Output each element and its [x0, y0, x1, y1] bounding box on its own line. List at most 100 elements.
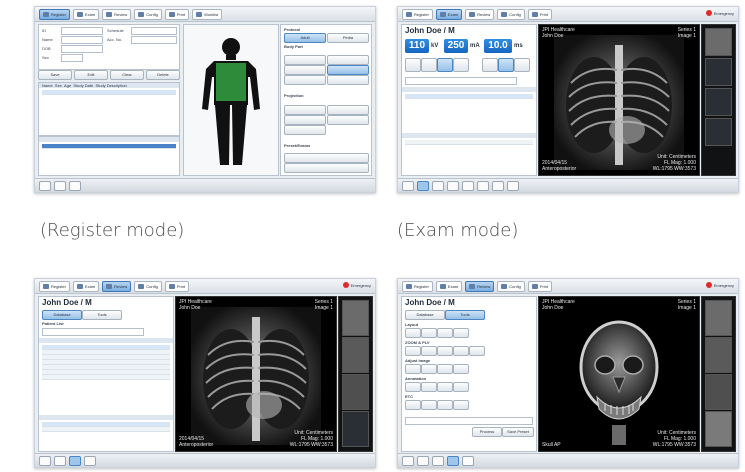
adjust-button[interactable]: [421, 364, 437, 374]
thumbnail[interactable]: [705, 28, 732, 56]
adjust-button[interactable]: [437, 364, 453, 374]
toolbar-print-button[interactable]: Print: [527, 8, 553, 20]
thumbnail[interactable]: [342, 337, 369, 373]
emergency-button[interactable]: Emergency: [705, 282, 734, 288]
image-viewer[interactable]: JPI Healthcare John Doe Series 1 Image 1…: [538, 296, 700, 452]
toolbar-print-button[interactable]: Print: [527, 280, 553, 292]
list-item[interactable]: [405, 140, 533, 145]
etc-button[interactable]: [437, 400, 453, 410]
emergency-button[interactable]: Emergency: [705, 10, 734, 16]
annotation-button[interactable]: [437, 382, 453, 392]
acc-field[interactable]: [131, 36, 177, 44]
toolbar-register-button[interactable]: Register: [39, 8, 70, 20]
preset-option[interactable]: [284, 163, 369, 173]
etc-button[interactable]: [421, 400, 437, 410]
save-button[interactable]: Save: [38, 70, 72, 80]
toolbar-review-button[interactable]: Review: [102, 280, 132, 292]
annotation-button[interactable]: [453, 382, 469, 392]
thumbnail[interactable]: [342, 300, 369, 336]
toolbar-worklist-button[interactable]: Worklist: [192, 8, 223, 20]
zoom-button[interactable]: [421, 346, 437, 356]
layout-button[interactable]: [453, 328, 469, 338]
kv-value[interactable]: 110: [405, 39, 429, 53]
toolbar-review-button[interactable]: Review: [102, 8, 132, 20]
pedia-tab[interactable]: Pedia: [327, 33, 369, 43]
thumbnail[interactable]: [705, 300, 732, 336]
projection-option[interactable]: [284, 125, 326, 135]
thumbnail[interactable]: [705, 88, 732, 116]
toolbar-register-button[interactable]: Register: [402, 280, 433, 292]
exam-selector[interactable]: [405, 77, 517, 85]
projection-option[interactable]: [327, 115, 369, 125]
toolbar-exam-button[interactable]: Exam: [435, 8, 463, 20]
tool-icon[interactable]: [432, 180, 444, 191]
thumbnail[interactable]: [342, 411, 369, 447]
name-field[interactable]: [61, 36, 103, 44]
database-tab[interactable]: Database: [42, 310, 82, 320]
table-row[interactable]: [42, 427, 170, 432]
body-size-button[interactable]: [421, 58, 437, 72]
zoom-button[interactable]: [437, 346, 453, 356]
thumbnail[interactable]: [705, 374, 732, 410]
thumbnail[interactable]: [342, 374, 369, 410]
tool-icon[interactable]: [69, 455, 81, 466]
projection-option[interactable]: [284, 105, 326, 115]
toolbar-print-button[interactable]: Print: [164, 8, 190, 20]
human-body-figure[interactable]: [184, 25, 278, 175]
tool-icon[interactable]: [417, 455, 429, 466]
body-size-button[interactable]: [437, 58, 453, 72]
etc-button[interactable]: [405, 400, 421, 410]
toolbar-config-button[interactable]: Config: [134, 280, 162, 292]
tool-icon[interactable]: [477, 180, 489, 191]
search-field[interactable]: [42, 328, 144, 336]
toolbar-exam-button[interactable]: Exam: [72, 280, 100, 292]
body-part-option[interactable]: [327, 55, 369, 65]
tool-icon[interactable]: [447, 180, 459, 191]
toolbar-review-button[interactable]: Review: [465, 8, 495, 20]
tool-icon[interactable]: [492, 180, 504, 191]
list-item[interactable]: [42, 90, 176, 95]
etc-button[interactable]: [453, 400, 469, 410]
image-viewer[interactable]: JPI Healthcare John Doe Series 1 Image 1…: [175, 296, 337, 452]
body-part-selector[interactable]: [183, 24, 279, 176]
image-viewer[interactable]: JPI Healthcare John Doe Series 1 Image 1…: [538, 24, 700, 176]
preset-option[interactable]: [284, 153, 369, 163]
tool-icon[interactable]: [447, 455, 459, 466]
layout-button[interactable]: [437, 328, 453, 338]
body-part-option[interactable]: [284, 65, 326, 75]
sex-field[interactable]: [61, 54, 83, 62]
tools-tab[interactable]: Tools: [445, 310, 485, 320]
focus-button[interactable]: [514, 58, 530, 72]
thumbnail[interactable]: [705, 58, 732, 86]
zoom-button[interactable]: [405, 346, 421, 356]
preset-path-field[interactable]: [405, 417, 533, 425]
annotation-button[interactable]: [421, 382, 437, 392]
tool-icon[interactable]: [462, 455, 474, 466]
tool-icon[interactable]: [417, 180, 429, 191]
toolbar-config-button[interactable]: Config: [497, 8, 525, 20]
adult-tab[interactable]: Adult: [284, 33, 326, 43]
thumbnail[interactable]: [705, 118, 732, 146]
tool-icon[interactable]: [54, 455, 66, 466]
body-size-button[interactable]: [405, 58, 421, 72]
schedule-field[interactable]: [131, 27, 177, 35]
database-tab[interactable]: Database: [405, 310, 445, 320]
dob-field[interactable]: [61, 45, 103, 53]
save-preset-button[interactable]: Save Preset: [502, 427, 534, 437]
projection-option[interactable]: [284, 115, 326, 125]
body-part-option[interactable]: [327, 75, 369, 85]
id-field[interactable]: [61, 27, 103, 35]
focus-button[interactable]: [498, 58, 514, 72]
layout-button[interactable]: [405, 328, 421, 338]
toolbar-register-button[interactable]: Register: [402, 8, 433, 20]
toolbar-config-button[interactable]: Config: [497, 280, 525, 292]
tool-icon[interactable]: [507, 180, 519, 191]
thumbnail[interactable]: [705, 411, 732, 447]
list-item[interactable]: [405, 94, 533, 99]
list-item[interactable]: [42, 144, 176, 149]
adjust-button[interactable]: [405, 364, 421, 374]
process-button[interactable]: Process: [472, 427, 502, 437]
body-part-option[interactable]: [327, 65, 369, 75]
toolbar-exam-button[interactable]: Exam: [435, 280, 463, 292]
tools-tab[interactable]: Tools: [82, 310, 122, 320]
